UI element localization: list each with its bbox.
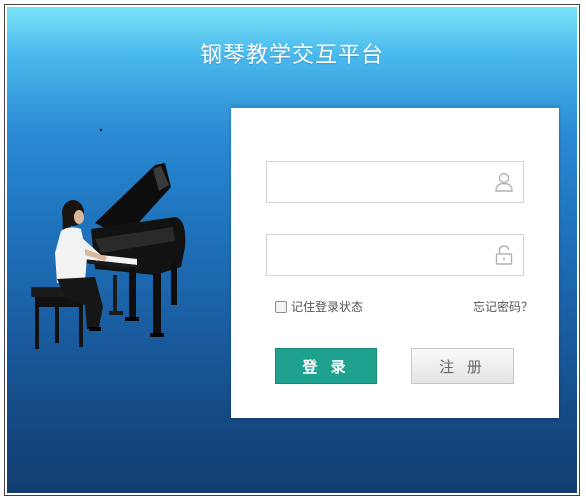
remember-label: 记住登录状态 xyxy=(291,300,364,314)
user-icon xyxy=(495,172,513,192)
forgot-password-link[interactable]: 忘记密码？ xyxy=(473,298,533,315)
page-background: 钢琴教学交互平台 记住登录状态 忘记密码？ 登 录 注 册 xyxy=(7,7,577,493)
page-title: 钢琴教学交互平台 xyxy=(199,43,384,68)
password-input[interactable] xyxy=(275,235,494,277)
piano-player-illustration xyxy=(31,163,186,349)
login-panel: 记住登录状态 忘记密码？ 登 录 注 册 xyxy=(231,105,559,418)
register-button[interactable]: 注 册 xyxy=(411,348,514,384)
password-field[interactable] xyxy=(266,234,524,277)
app-window: 钢琴教学交互平台 记住登录状态 忘记密码？ 登 录 注 册 xyxy=(4,4,580,496)
remember-checkbox[interactable] xyxy=(275,300,287,313)
lock-icon xyxy=(495,245,513,265)
remember-me[interactable]: 记住登录状态 xyxy=(275,298,363,315)
username-field[interactable] xyxy=(266,161,524,204)
login-button[interactable]: 登 录 xyxy=(275,348,377,384)
username-input[interactable] xyxy=(275,162,494,204)
decorative-dot xyxy=(100,129,102,131)
